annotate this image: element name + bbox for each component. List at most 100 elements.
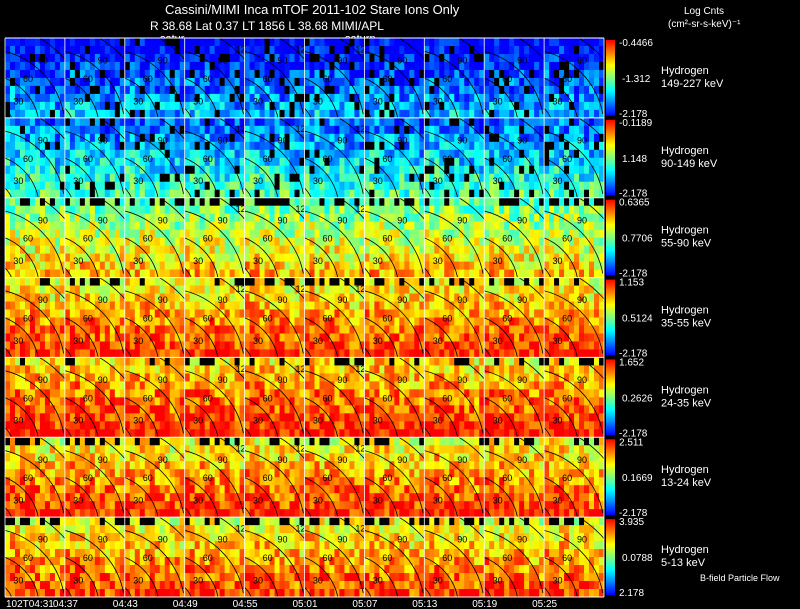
heatmap-panels: 3060903060903060903060901203060901203060…	[4, 37, 605, 598]
contour-label: 30	[433, 496, 443, 506]
contour-label: 60	[382, 74, 392, 84]
contour-label: 30	[253, 575, 263, 585]
row-energy-label: 55-90 keV	[661, 238, 712, 250]
contour-label: 30	[133, 176, 143, 186]
contour-label: 30	[493, 96, 503, 106]
contour-label: 30	[13, 256, 23, 266]
time-tick-label: 05:19	[472, 599, 497, 609]
colorbar-max: 3.935	[619, 517, 644, 528]
contour-label: 30	[373, 336, 383, 346]
colorbar	[606, 519, 615, 595]
contour-label: 90	[38, 56, 48, 66]
contour-label: 30	[73, 575, 83, 585]
contour-label: 90	[278, 295, 288, 305]
contour-label: 90	[158, 215, 168, 225]
units-label: Log Cnts	[684, 6, 724, 17]
bfield-label: B-field Particle Flow	[700, 573, 780, 583]
contour-label: 90	[278, 535, 288, 545]
contour-label: 90	[158, 135, 168, 145]
contour-label: 90	[218, 215, 228, 225]
time-tick-label: 04:49	[173, 599, 198, 609]
contour-label: 60	[83, 393, 93, 403]
contour-label: 30	[373, 416, 383, 426]
contour-label: 30	[493, 575, 503, 585]
contour-label: 90	[218, 56, 228, 66]
contour-label: 30	[373, 96, 383, 106]
contour-label: 90	[517, 455, 527, 465]
contour-label: 60	[263, 154, 273, 164]
contour-label: 30	[493, 336, 503, 346]
contour-label: 90	[98, 535, 108, 545]
colorbar-max: 1.153	[619, 278, 644, 289]
contour-label: 60	[143, 553, 153, 563]
contour-label: 90	[98, 135, 108, 145]
contour-label: 30	[553, 575, 563, 585]
contour-label: 90	[457, 375, 467, 385]
contour-label: 90	[337, 535, 347, 545]
contour-label: 90	[38, 455, 48, 465]
contour-label: 90	[457, 135, 467, 145]
contour-label: 60	[562, 74, 572, 84]
contour-label: 60	[23, 393, 33, 403]
contour-label: 90	[517, 135, 527, 145]
row-species-label: Hydrogen	[661, 544, 709, 556]
contour-label: 90	[278, 375, 288, 385]
contour-label: 90	[98, 56, 108, 66]
contour-label: 90	[337, 375, 347, 385]
contour-label: 60	[23, 473, 33, 483]
plot-title: Cassini/MIMI Inca mTOF 2011-102 Stare Io…	[165, 2, 460, 17]
contour-label: 30	[193, 176, 203, 186]
contour-label: 60	[143, 154, 153, 164]
contour-label: 90	[517, 535, 527, 545]
contour-label: 30	[553, 336, 563, 346]
row-energy-label: 149-227 keV	[661, 78, 724, 90]
time-tick-label: 04:55	[233, 599, 258, 609]
row-energy-label: 13-24 keV	[661, 477, 712, 489]
contour-label: 30	[253, 176, 263, 186]
contour-label: 60	[203, 154, 213, 164]
contour-label: 30	[373, 256, 383, 266]
contour-label: 90	[517, 375, 527, 385]
contour-label: 60	[263, 74, 273, 84]
contour-label: 30	[553, 96, 563, 106]
time-tick-label: 102T04:31	[6, 599, 54, 609]
contour-label: 30	[433, 575, 443, 585]
contour-label: 60	[502, 74, 512, 84]
contour-label: 60	[323, 553, 333, 563]
colorbar-mid: 0.5124	[622, 314, 653, 325]
contour-label: 90	[158, 535, 168, 545]
colorbar-max: 1.652	[619, 357, 644, 368]
contour-label: 60	[323, 393, 333, 403]
contour-label: 30	[13, 496, 23, 506]
contour-label: 90	[337, 135, 347, 145]
contour-label: 60	[382, 393, 392, 403]
colorbar	[606, 359, 615, 436]
contour-label: 90	[218, 295, 228, 305]
contour-label: 90	[577, 215, 587, 225]
contour-label: 90	[98, 215, 108, 225]
contour-label: 90	[457, 215, 467, 225]
contour-label: 60	[502, 234, 512, 244]
contour-label: 90	[98, 295, 108, 305]
contour-label: 30	[553, 416, 563, 426]
contour-label: 30	[13, 575, 23, 585]
contour-label: 60	[323, 74, 333, 84]
contour-label: 90	[457, 56, 467, 66]
time-tick-label: 04:43	[113, 599, 138, 609]
colorbar-mid: 0.7706	[622, 234, 653, 245]
contour-label: 60	[83, 74, 93, 84]
contour-label: 60	[502, 314, 512, 324]
row-species-label: Hydrogen	[661, 464, 709, 476]
contour-label: 60	[23, 234, 33, 244]
contour-label: 90	[38, 135, 48, 145]
contour-label: 60	[83, 314, 93, 324]
row-energy-label: 90-149 keV	[661, 158, 718, 170]
contour-label: 60	[442, 234, 452, 244]
contour-label: 30	[133, 336, 143, 346]
contour-label: 90	[38, 215, 48, 225]
contour-label: 60	[323, 154, 333, 164]
contour-label: 30	[493, 256, 503, 266]
contour-label: 30	[193, 256, 203, 266]
contour-label: 30	[193, 96, 203, 106]
contour-label: 90	[577, 535, 587, 545]
